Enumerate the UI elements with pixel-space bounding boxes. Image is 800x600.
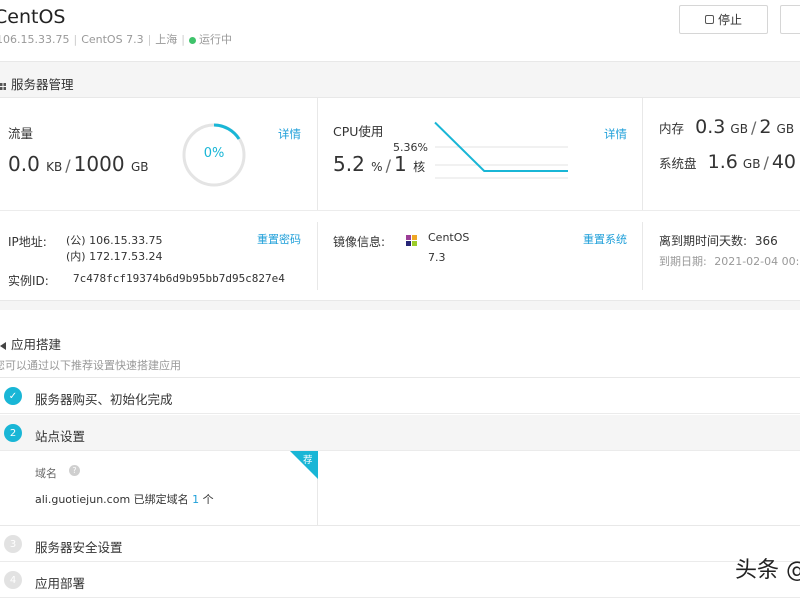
column-divider — [317, 97, 318, 210]
step-label: 服务器安全设置 — [35, 540, 123, 555]
divider — [0, 210, 800, 211]
traffic-used: 0.0 — [8, 152, 40, 176]
server-section-title: 服务器管理 — [11, 77, 74, 92]
cpu-detail-link[interactable]: 详情 — [604, 126, 627, 142]
header-region: 上海 — [155, 33, 178, 46]
traffic-used-unit: KB — [46, 160, 63, 174]
step-number: 4 — [4, 571, 22, 589]
ip-public: (公) 106.15.33.75 — [66, 234, 163, 247]
image-version: 7.3 — [428, 251, 446, 264]
expiry-days-label: 离到期时间天数: — [659, 234, 748, 248]
disk-used: 1.6 — [707, 151, 738, 173]
header-ip: 106.15.33.75 — [0, 33, 70, 46]
stop-button[interactable]: 停止 — [679, 5, 768, 34]
step-row-3[interactable]: 3 服务器安全设置 — [0, 526, 800, 562]
domain-label: 域名 — [35, 467, 57, 480]
bound-text: 已绑定域名 — [133, 493, 189, 506]
expiry-days-value: 366 — [754, 234, 778, 248]
instance-id-label: 实例ID: — [8, 274, 49, 288]
traffic-detail-link[interactable]: 详情 — [278, 126, 301, 142]
step-label: 应用部署 — [35, 576, 86, 591]
cpu-chart — [434, 121, 568, 179]
help-icon[interactable]: ? — [69, 465, 80, 476]
centos-logo-icon — [406, 232, 418, 246]
step-label: 服务器购买、初始化完成 — [35, 392, 173, 407]
column-divider — [317, 222, 318, 290]
memory-total-unit: GB — [776, 122, 795, 136]
traffic-label: 流量 — [8, 126, 34, 141]
cpu-unit: % — [371, 160, 383, 174]
disk-total: 40 — [771, 151, 797, 173]
bound-domain: ali.guotiejun.com 已绑定域名 1 个 — [35, 491, 214, 507]
ip-label: IP地址: — [8, 235, 47, 249]
step-label: 站点设置 — [35, 429, 86, 444]
traffic-total-unit: GB — [130, 160, 149, 174]
instance-id-value: 7c478fcf19374b6d9b95bb7d95c827e4 — [73, 272, 285, 285]
image-label: 镜像信息: — [333, 235, 386, 249]
section-spacer — [0, 300, 800, 310]
reset-password-link[interactable]: 重置密码 — [257, 231, 301, 247]
disk-row: 系统盘 1.6 GB/40 — [659, 151, 797, 173]
memory-used: 0.3 — [695, 116, 726, 138]
expiry-date: 到期日期: 2021-02-04 00:0 — [659, 253, 800, 269]
reset-system-link[interactable]: 重置系统 — [583, 231, 627, 247]
column-divider — [642, 97, 643, 210]
app-build-icon — [0, 336, 8, 350]
memory-row: 内存 0.3 GB/2 GB — [659, 116, 795, 138]
memory-label: 内存 — [659, 121, 685, 136]
app-section-subtitle: 您可以通过以下推荐设置快速搭建应用 — [0, 359, 181, 372]
memory-total: 2 — [759, 116, 772, 138]
image-name: CentOS — [428, 231, 470, 244]
check-icon: ✓ — [4, 387, 22, 405]
step-number: 3 — [4, 535, 22, 553]
traffic-total: 1000 — [73, 152, 125, 176]
ip-private: (内) 172.17.53.24 — [66, 250, 163, 263]
traffic-percent: 0% — [203, 146, 225, 161]
recommend-badge-text: 荐 — [303, 455, 313, 466]
more-button[interactable] — [780, 5, 800, 34]
cpu-label: CPU使用 — [333, 124, 384, 139]
divider — [0, 97, 800, 98]
server-meta: 106.15.33.75 | CentOS 7.3 | 上海 | 运行中 — [0, 31, 232, 47]
domain-count-unit: 个 — [202, 493, 214, 506]
domain-card[interactable] — [0, 451, 318, 525]
server-section-header: 服务器管理 — [0, 62, 800, 97]
step-row-4[interactable]: 4 应用部署 — [0, 562, 800, 598]
traffic-value: 0.0 KB/1000 GB — [8, 152, 149, 176]
divider — [0, 300, 800, 301]
watermark: 头条 @ — [735, 558, 800, 583]
memory-used-unit: GB — [730, 122, 748, 136]
expiry-date-value: 2021-02-04 00:0 — [714, 255, 800, 268]
status-dot-icon — [189, 36, 197, 44]
cpu-usage: 5.2 — [333, 152, 365, 176]
step-row-1[interactable]: ✓ 服务器购买、初始化完成 — [0, 378, 800, 414]
domain-name: ali.guotiejun.com — [35, 493, 131, 506]
disk-label: 系统盘 — [659, 156, 697, 171]
stop-label: 停止 — [717, 13, 742, 27]
expiry-date-label: 到期日期: — [659, 255, 707, 268]
status-text: 运行中 — [199, 33, 233, 46]
domain-count[interactable]: 1 — [192, 493, 199, 506]
step-row-2[interactable]: 2 站点设置 — [0, 415, 800, 451]
app-section-title: 应用搭建 — [11, 337, 62, 352]
expiry-days: 离到期时间天数: 366 — [659, 232, 778, 249]
header-os: CentOS 7.3 — [81, 33, 144, 46]
column-divider — [642, 222, 643, 290]
page-title: CentOS — [0, 6, 66, 28]
grid-icon — [0, 76, 6, 90]
disk-used-unit: GB — [742, 157, 761, 171]
stop-icon — [704, 15, 714, 24]
step-number: 2 — [4, 424, 22, 442]
